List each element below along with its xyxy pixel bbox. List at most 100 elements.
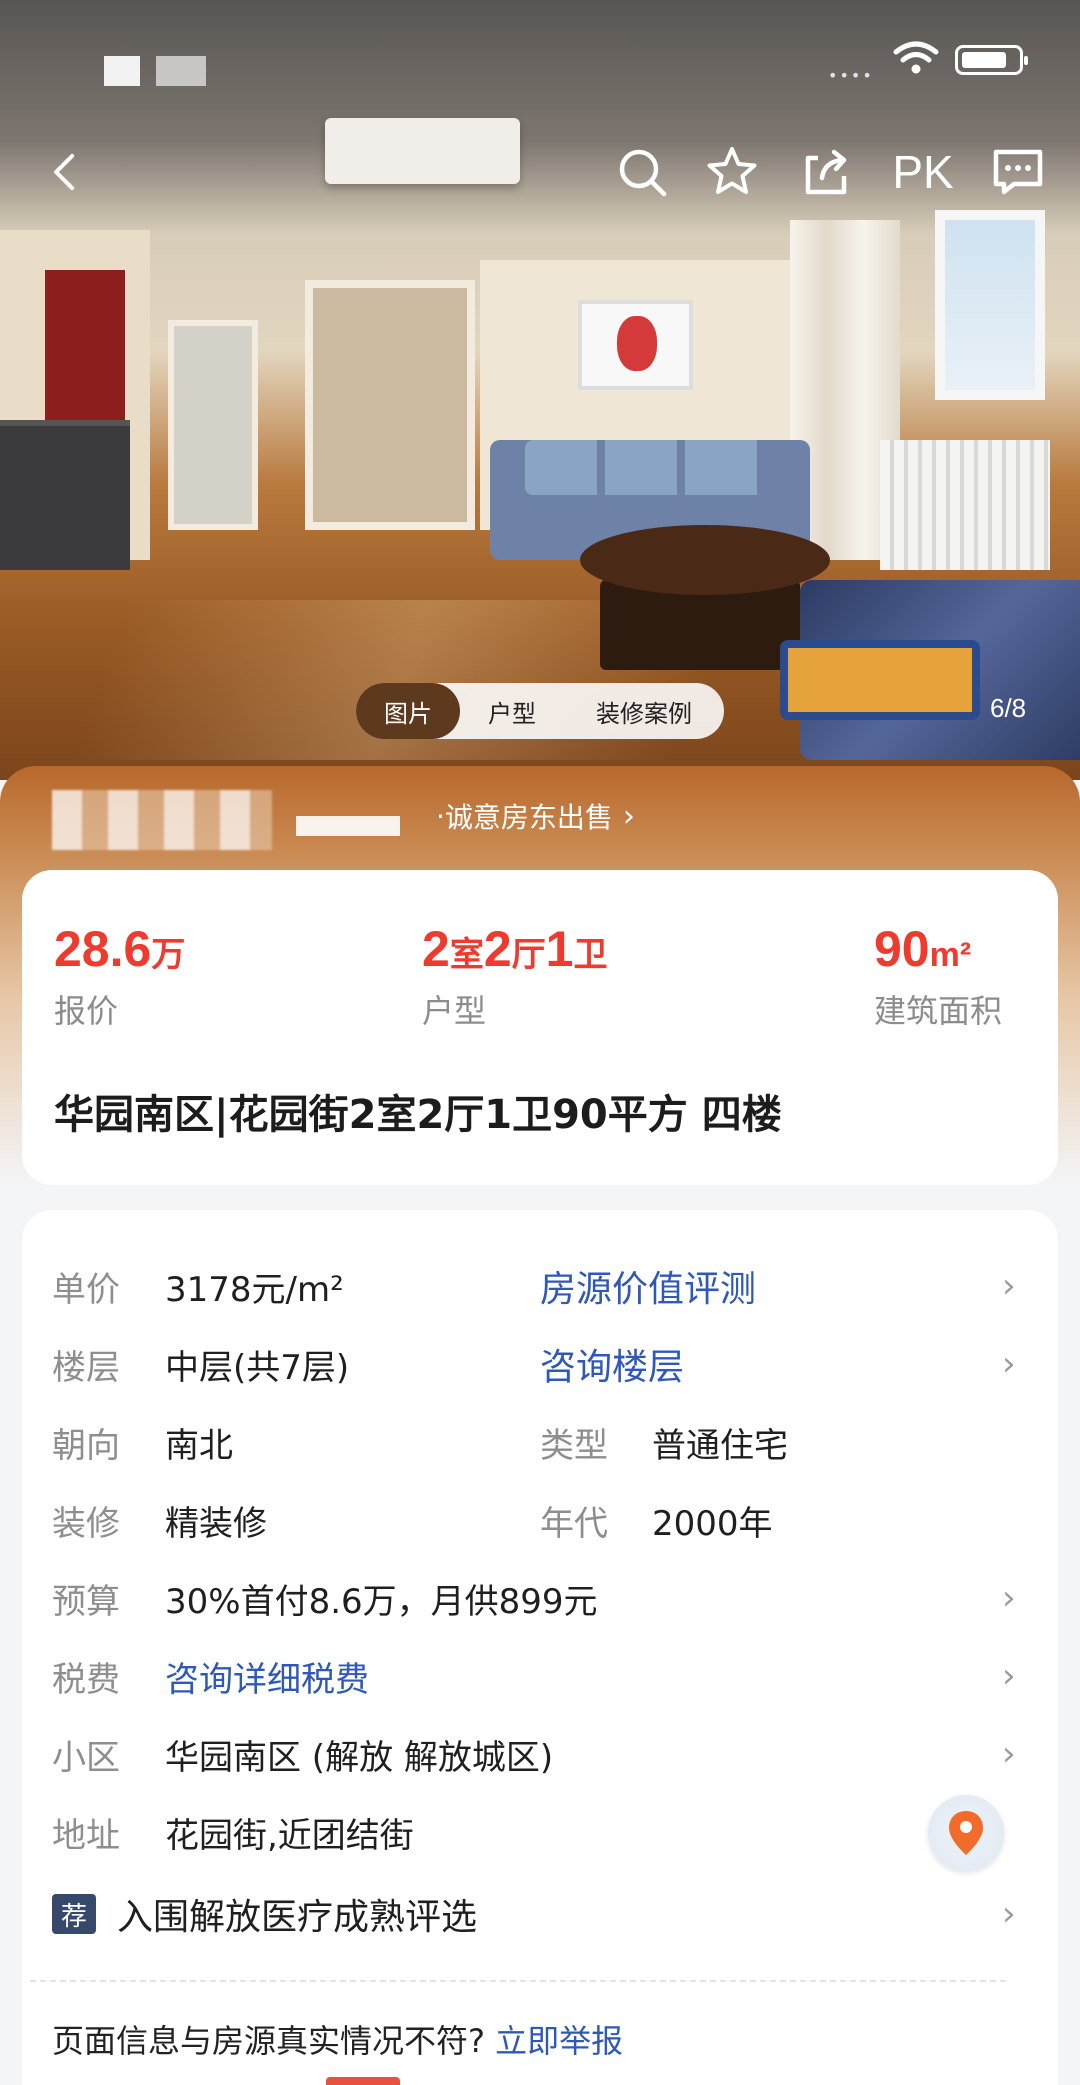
dashed-divider	[30, 1980, 1006, 1982]
address-value: 花园街,近团结街	[165, 1815, 414, 1856]
back-button[interactable]	[40, 140, 90, 204]
chat-icon	[993, 149, 1043, 195]
year-value: 2000年	[652, 1503, 773, 1544]
listing-photo[interactable]: •••• PK 图片 户型 装修案例 6/8	[0, 0, 1080, 780]
halls-unit: 厅	[511, 936, 546, 974]
price-block: 28.6万 报价	[54, 920, 185, 1032]
photo-wall-picture	[578, 300, 693, 390]
area-block: 90m² 建筑面积	[874, 920, 1002, 1032]
map-button[interactable]	[928, 1795, 1004, 1871]
pk-compare-button[interactable]: PK	[888, 140, 958, 204]
building-area: 90m²	[874, 920, 1002, 978]
floor-label: 楼层	[52, 1347, 120, 1388]
budget-value: 30%首付8.6万，月供899元	[165, 1581, 598, 1622]
photo-coffee-table	[580, 525, 830, 595]
rooms-unit: 室	[449, 936, 484, 974]
photo-window	[935, 210, 1045, 400]
chevron-right-icon[interactable]: ›	[1002, 1734, 1016, 1774]
type-value: 普通住宅	[652, 1425, 788, 1466]
photo-bench	[780, 640, 980, 720]
area-label: 建筑面积	[874, 992, 1003, 1030]
message-button[interactable]	[988, 140, 1048, 204]
row-orientation: 朝向 南北 类型 普通住宅	[22, 1412, 1058, 1472]
photo-category-tabs: 图片 户型 装修案例	[356, 683, 724, 739]
address-label: 地址	[52, 1815, 120, 1856]
rooms-number: 2	[422, 921, 450, 977]
listing-title: 华园南区|花园街2室2厅1卫90平方 四楼	[54, 1092, 782, 1138]
chevron-right-icon[interactable]: ›	[1002, 1344, 1016, 1384]
room-layout: 2室2厅1卫	[422, 920, 607, 978]
recommend-badge: 荐	[52, 1894, 96, 1934]
price-label: 报价	[54, 992, 119, 1030]
decoration-value: 精装修	[165, 1503, 267, 1544]
banner-prefix: ·	[436, 799, 445, 833]
chevron-right-icon[interactable]: ›	[1002, 1578, 1016, 1618]
bottom-bar-accent	[326, 2077, 400, 2085]
row-address: 地址 花园街,近团结街	[22, 1802, 1058, 1862]
signal-icon: ••••	[828, 66, 874, 85]
location-pin-icon	[949, 1811, 983, 1855]
status-time-blurred	[156, 56, 206, 86]
area-number: 90	[874, 921, 930, 977]
total-price: 28.6万	[54, 920, 185, 978]
chevron-right-icon: ›	[622, 798, 635, 834]
baths-number: 1	[545, 921, 574, 977]
favorite-button[interactable]	[702, 140, 762, 204]
battery-icon	[955, 45, 1028, 75]
photo-doorway	[305, 280, 475, 530]
price-number: 28.6	[54, 921, 152, 977]
consult-floor-link[interactable]: 咨询楼层	[540, 1338, 684, 1390]
orientation-value: 南北	[165, 1425, 233, 1466]
baths-unit: 卫	[573, 936, 608, 974]
budget-label: 预算	[52, 1581, 120, 1622]
blurred-name	[52, 790, 272, 850]
community-value: 华园南区 (解放 解放城区)	[165, 1737, 554, 1778]
layout-label: 户型	[422, 992, 487, 1030]
value-assessment-link[interactable]: 房源价值评测	[540, 1260, 756, 1312]
recommend-text: 入围解放医疗成熟评选	[117, 1897, 478, 1938]
orientation-label: 朝向	[52, 1425, 120, 1466]
tax-label: 税费	[52, 1659, 120, 1700]
share-icon	[805, 149, 847, 195]
photo-counter: 6/8	[990, 693, 1027, 723]
row-budget[interactable]: 预算 30%首付8.6万，月供899元 ›	[22, 1568, 1058, 1628]
star-icon	[707, 147, 757, 194]
report-link[interactable]: 立即举报	[495, 2022, 623, 2060]
banner-link-label: 诚意房东出售	[444, 801, 613, 834]
search-button[interactable]	[612, 140, 672, 204]
area-unit: m²	[929, 936, 972, 974]
status-time-blurred	[104, 56, 140, 86]
tab-decoration-cases[interactable]: 装修案例	[564, 683, 724, 739]
photo-doorway	[168, 320, 258, 530]
photo-cabinet	[0, 420, 130, 570]
tax-consult-link[interactable]: 咨询详细税费	[165, 1652, 369, 1701]
photo-cushions	[525, 440, 765, 495]
search-icon	[619, 149, 667, 197]
floor-value: 中层(共7层)	[165, 1347, 350, 1388]
unit-price-label: 单价	[52, 1269, 120, 1310]
wifi-icon	[893, 41, 939, 74]
row-recommendation[interactable]: 荐 入围解放医疗成熟评选 ›	[22, 1884, 1058, 1944]
type-label: 类型	[540, 1425, 608, 1466]
chevron-right-icon[interactable]: ›	[1002, 1656, 1016, 1696]
chevron-right-icon[interactable]: ›	[1002, 1266, 1016, 1306]
blurred-name	[296, 816, 400, 836]
row-floor: 楼层 中层(共7层) 咨询楼层 ›	[22, 1334, 1058, 1394]
chevron-right-icon[interactable]: ›	[1002, 1894, 1016, 1934]
photo-ceiling-lamp	[325, 118, 520, 184]
row-tax[interactable]: 税费 咨询详细税费 ›	[22, 1646, 1058, 1706]
report-text: 页面信息与房源真实情况不符?	[52, 2022, 485, 2060]
row-community[interactable]: 小区 华园南区 (解放 解放城区) ›	[22, 1724, 1058, 1784]
photo-radiator	[880, 440, 1050, 570]
sincere-owner-link[interactable]: · 诚意房东出售 ›	[436, 796, 635, 836]
tab-floorplan[interactable]: 户型	[460, 683, 564, 739]
price-unit: 万	[151, 936, 186, 974]
price-summary-card: 28.6万 报价 2室2厅1卫 户型 90m² 建筑面积 华园南区|花园街2室2…	[22, 870, 1058, 1185]
share-button[interactable]	[796, 140, 856, 204]
halls-number: 2	[483, 921, 512, 977]
tab-photos[interactable]: 图片	[356, 683, 460, 739]
chevron-left-icon	[54, 153, 75, 191]
status-bar: ••••	[0, 0, 1080, 120]
row-unit-price: 单价 3178元/m² 房源价值评测 ›	[22, 1256, 1058, 1316]
year-label: 年代	[540, 1503, 608, 1544]
